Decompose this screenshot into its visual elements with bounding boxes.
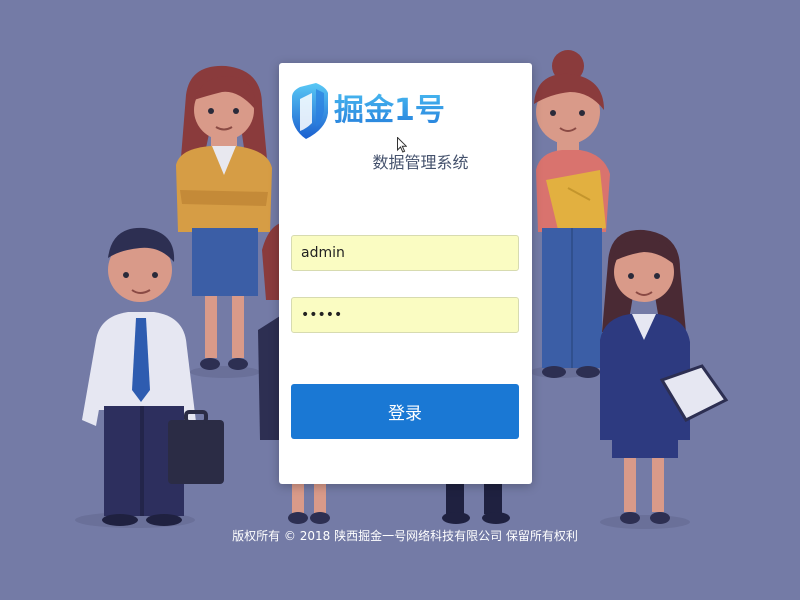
login-card: 掘金1号 数据管理系统 登录: [279, 63, 532, 484]
shield-logo-icon: [292, 83, 328, 139]
woman-yellow-figure: [176, 65, 272, 370]
mouse-pointer-icon: [397, 137, 407, 153]
password-input[interactable]: [291, 297, 519, 333]
login-button[interactable]: 登录: [291, 384, 519, 439]
copyright-footer: 版权所有 © 2018 陕西掘金一号网络科技有限公司 保留所有权利: [232, 529, 578, 543]
brand-name: 掘金1号: [334, 83, 445, 139]
username-input[interactable]: [291, 235, 519, 271]
woman-red-figure: [534, 50, 610, 378]
brand-logo: 掘金1号: [290, 83, 445, 139]
woman-navy-suit-figure: [600, 229, 729, 524]
